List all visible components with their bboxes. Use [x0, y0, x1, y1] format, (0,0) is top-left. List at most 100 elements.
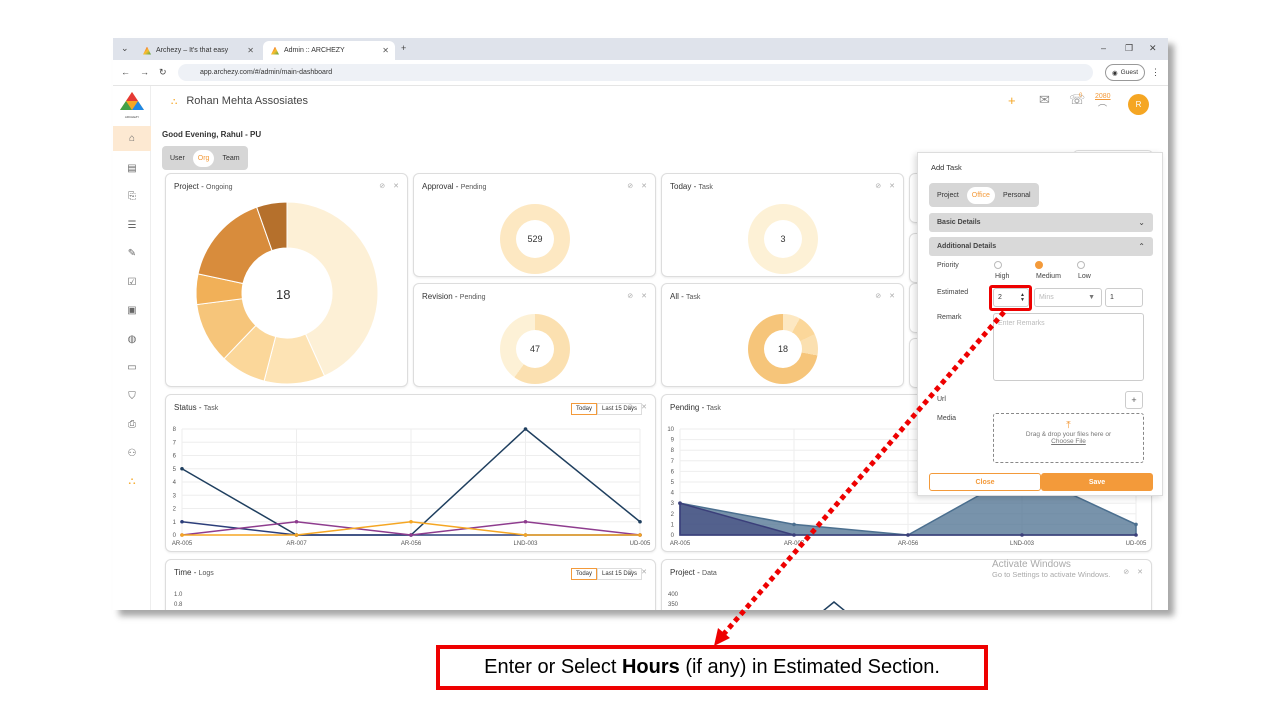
tab-list-icon[interactable]: ⌄: [121, 43, 129, 54]
x-tick-label: AR-005: [670, 541, 691, 547]
close-icon[interactable]: ✕: [889, 182, 895, 190]
estimated-label: Estimated: [937, 289, 969, 296]
sidebar-item-reports[interactable]: ⛬: [125, 475, 139, 489]
remark-label: Remark: [937, 314, 962, 321]
add-task-panel: Add Task Project Office Personal Basic D…: [917, 152, 1163, 496]
choose-file-link[interactable]: Choose File: [994, 438, 1143, 445]
drop-text: Drag & drop your files here or: [1025, 431, 1112, 438]
quantity-input[interactable]: 1: [1105, 288, 1143, 307]
type-personal[interactable]: Personal: [998, 187, 1036, 204]
profile-button[interactable]: ◉ Guest: [1104, 64, 1145, 81]
close-icon[interactable]: ✕: [1137, 568, 1143, 576]
sidebar-item-projects[interactable]: ▤: [125, 162, 139, 176]
sidebar-item-book[interactable]: ▣: [125, 304, 139, 318]
y-tick-label: 6: [173, 454, 177, 460]
sidebar-item-reviews[interactable]: ☑: [125, 276, 139, 290]
y-tick-label: 9: [671, 438, 675, 444]
restore-icon[interactable]: ❐: [1125, 43, 1133, 54]
basic-details-accordion[interactable]: Basic Details ⌄: [929, 213, 1153, 232]
toggle-team[interactable]: Team: [217, 150, 244, 167]
priority-low-radio[interactable]: [1077, 261, 1085, 269]
card-title: Approval - Pending: [422, 182, 487, 191]
tab-archezy-home[interactable]: Archezy – It's that easy ✕: [135, 41, 260, 60]
window-close-icon[interactable]: ✕: [1149, 43, 1157, 54]
hide-icon[interactable]: ⊘: [875, 292, 881, 300]
save-button[interactable]: Save: [1041, 473, 1153, 491]
close-tab-icon[interactable]: ✕: [382, 46, 389, 55]
mail-icon[interactable]: ✉: [1039, 92, 1050, 108]
close-icon[interactable]: ✕: [641, 182, 647, 190]
sidebar-item-folder[interactable]: ▭: [125, 361, 139, 375]
sidebar-item-edit[interactable]: ✎: [125, 247, 139, 261]
x-tick-label: LND-003: [1010, 541, 1035, 547]
sidebar-item-shield[interactable]: ⛉: [125, 390, 139, 404]
type-office[interactable]: Office: [966, 186, 995, 204]
data-point: [523, 519, 528, 524]
minimize-icon[interactable]: –: [1101, 43, 1106, 53]
menu-icon[interactable]: ⋮: [1151, 67, 1160, 78]
avatar-initial: R: [1135, 100, 1142, 109]
new-tab-icon[interactable]: +: [401, 43, 406, 53]
points-badge[interactable]: 2080: [1095, 93, 1111, 100]
tab-admin[interactable]: Admin :: ARCHEZY ✕: [263, 41, 395, 60]
archezy-favicon-icon: [143, 46, 151, 55]
y-tick-label: 10: [667, 427, 674, 433]
chat-icon[interactable]: ☏: [1069, 92, 1085, 108]
add-url-button[interactable]: +: [1125, 391, 1143, 409]
url-field[interactable]: app.archezy.com/#/admin/main-dashboard: [178, 64, 1093, 81]
hide-icon[interactable]: ⊘: [875, 182, 881, 190]
additional-details-accordion[interactable]: Additional Details ⌃: [929, 237, 1153, 256]
hide-icon[interactable]: ⊘: [627, 182, 633, 190]
data-point: [180, 466, 184, 471]
avatar[interactable]: R: [1128, 94, 1149, 115]
card-project-ongoing: Project - Ongoing ⊘ ✕ 18: [165, 173, 408, 387]
sidebar-item-document[interactable]: ⎙: [125, 418, 139, 432]
y-tick-label: 2: [671, 512, 675, 518]
y-tick-label: 8: [671, 448, 675, 454]
priority-high-radio[interactable]: [994, 261, 1002, 269]
close-tab-icon[interactable]: ✕: [247, 46, 254, 55]
add-icon[interactable]: +: [1008, 93, 1016, 108]
type-project[interactable]: Project: [932, 187, 964, 204]
remark-placeholder: Enter Remarks: [998, 320, 1045, 327]
hide-icon[interactable]: ⊘: [627, 568, 633, 576]
sidebar-item-database[interactable]: ◍: [125, 333, 139, 347]
projectdata-peak: [823, 601, 845, 610]
y-tick-label: 8: [173, 427, 177, 433]
reload-icon[interactable]: ↻: [159, 67, 167, 78]
sidebar-item-tasks[interactable]: ☰: [125, 219, 139, 233]
y-tick-label: 1: [671, 522, 675, 528]
forward-icon[interactable]: →: [140, 67, 149, 77]
y-tick-label: 1: [173, 520, 177, 526]
sidebar-item-team[interactable]: ⚇: [125, 447, 139, 461]
close-icon[interactable]: ✕: [889, 292, 895, 300]
y-tick-label: 3: [173, 493, 177, 499]
hide-icon[interactable]: ⊘: [1123, 568, 1129, 576]
sidebar-item-clipboard[interactable]: ⎘: [125, 190, 139, 204]
priority-medium-radio[interactable]: [1035, 261, 1043, 269]
range-today[interactable]: Today: [571, 568, 598, 580]
projectdata-yticks: 400 350: [668, 592, 679, 608]
toggle-org[interactable]: Org: [192, 149, 215, 167]
tab-label: Admin :: ARCHEZY: [284, 47, 345, 54]
company-logo-icon: ⛬: [171, 95, 178, 106]
mins-select[interactable]: Mins ▼: [1034, 288, 1102, 307]
logo-text: ARCHEZY: [124, 115, 140, 119]
toggle-user[interactable]: User: [165, 150, 190, 167]
priority-medium-label: Medium: [1036, 273, 1061, 280]
windows-watermark: Activate Windows Go to Settings to activ…: [992, 559, 1111, 579]
archezy-logo[interactable]: ARCHEZY: [120, 92, 144, 119]
back-icon[interactable]: ←: [121, 67, 130, 77]
media-dropzone[interactable]: ⤒ Drag & drop your files here or Choose …: [993, 413, 1144, 463]
close-icon[interactable]: ✕: [641, 292, 647, 300]
close-button[interactable]: Close: [929, 473, 1041, 491]
priority-high-label: High: [995, 273, 1010, 280]
hide-icon[interactable]: ⊘: [627, 292, 633, 300]
sidebar-item-home[interactable]: ⌂: [113, 126, 151, 151]
y-tick-label: 0: [173, 533, 177, 539]
card-revision-pending: Revision - Pending ⊘ ✕ 47: [413, 283, 656, 387]
all-donut: 18: [748, 314, 818, 384]
close-icon[interactable]: ✕: [641, 568, 647, 576]
data-point: [294, 519, 299, 524]
remark-textarea[interactable]: Enter Remarks: [993, 313, 1144, 381]
